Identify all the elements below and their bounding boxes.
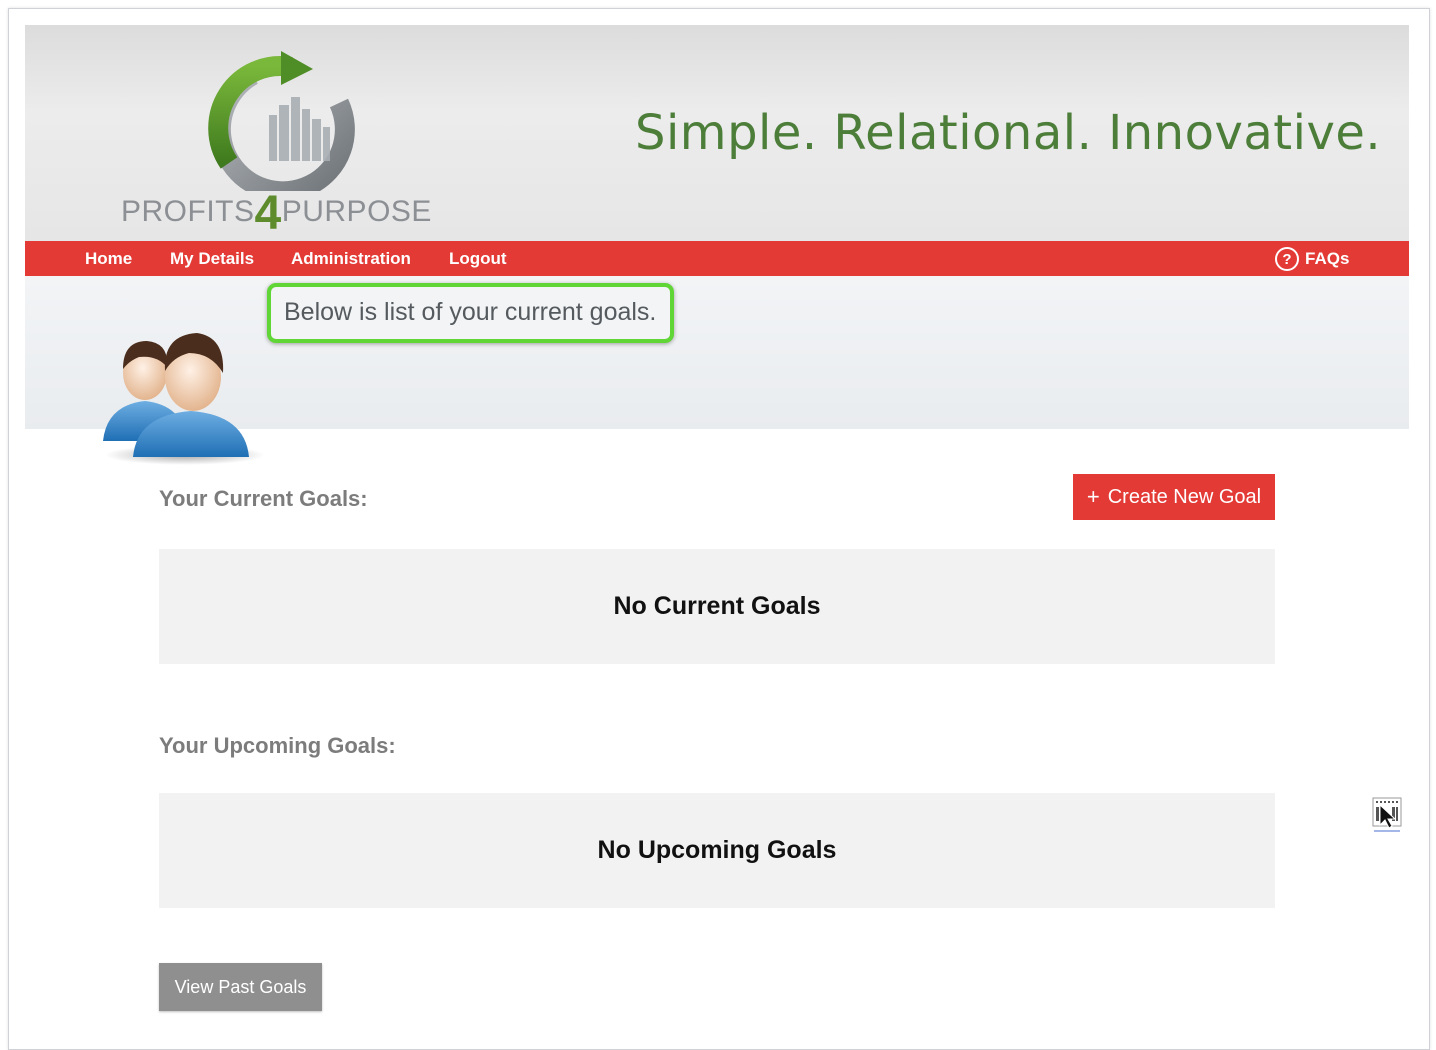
question-circle-icon: ? bbox=[1275, 247, 1299, 271]
create-new-goal-label: Create New Goal bbox=[1107, 485, 1262, 508]
main-nav: Home My Details Administration Logout ? … bbox=[25, 241, 1409, 276]
faq-label: FAQs bbox=[1305, 249, 1350, 268]
users-icon bbox=[95, 317, 275, 467]
current-goals-empty-state: No Current Goals bbox=[159, 549, 1275, 664]
nav-administration[interactable]: Administration bbox=[291, 249, 411, 269]
no-current-goals-text: No Current Goals bbox=[613, 592, 821, 620]
current-goals-heading: Your Current Goals: bbox=[159, 486, 368, 511]
logo-mark-icon bbox=[208, 51, 355, 202]
page: PROFITS4PURPOSE Simple. Relational. Inno… bbox=[25, 25, 1409, 1034]
nav-logout[interactable]: Logout bbox=[449, 249, 507, 269]
cursor-icon bbox=[1372, 797, 1402, 833]
upcoming-goals-heading: Your Upcoming Goals: bbox=[159, 733, 396, 758]
plus-icon: + bbox=[1086, 484, 1100, 509]
no-upcoming-goals-text: No Upcoming Goals bbox=[597, 836, 837, 864]
create-new-goal-button[interactable]: + Create New Goal bbox=[1073, 474, 1275, 520]
logo-wordmark: PROFITS4PURPOSE bbox=[121, 187, 432, 240]
site-header: PROFITS4PURPOSE Simple. Relational. Inno… bbox=[25, 25, 1409, 241]
view-past-goals-button[interactable]: View Past Goals bbox=[159, 963, 322, 1011]
nav-faqs[interactable]: ? FAQs bbox=[1275, 247, 1349, 271]
goals-intro-callout: Below is list of your current goals. bbox=[267, 283, 675, 343]
upcoming-goals-empty-state: No Upcoming Goals bbox=[159, 793, 1275, 908]
nav-home[interactable]: Home bbox=[85, 249, 132, 269]
nav-my-details[interactable]: My Details bbox=[170, 249, 254, 269]
profits4purpose-logo[interactable]: PROFITS4PURPOSE bbox=[121, 41, 471, 240]
tagline: Simple. Relational. Innovative. bbox=[635, 105, 1382, 161]
